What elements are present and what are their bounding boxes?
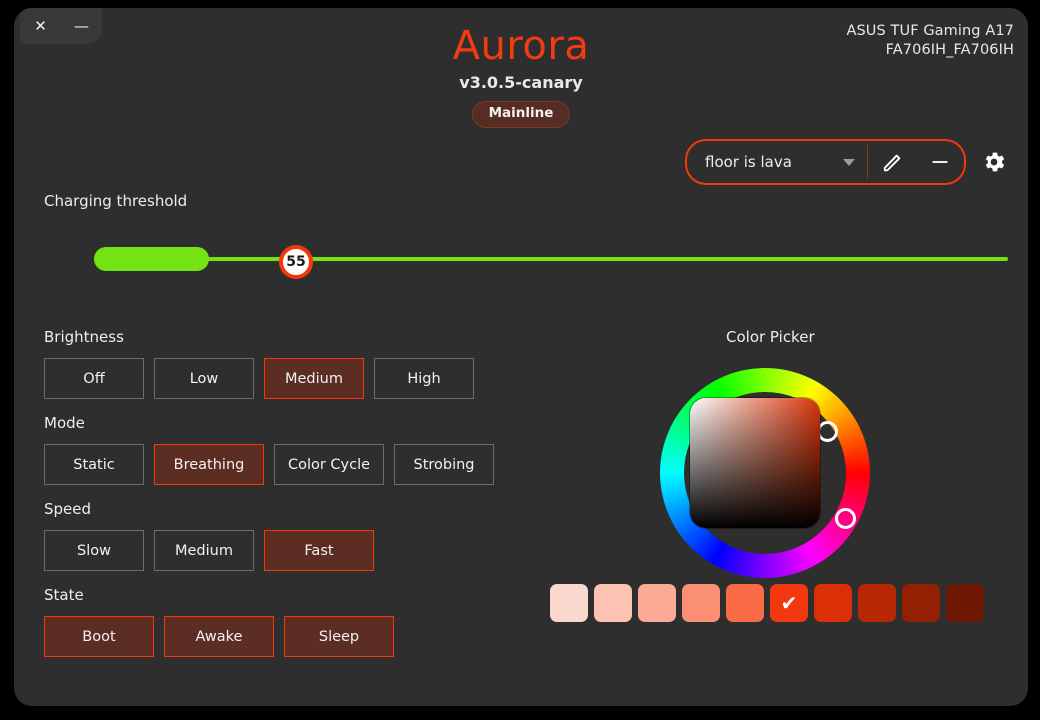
brightness-option-high[interactable]: High xyxy=(374,358,474,399)
app-version: v3.0.5-canary xyxy=(459,73,583,92)
mode-option-color-cycle[interactable]: Color Cycle xyxy=(274,444,384,485)
speed-group: Speed Slow Medium Fast xyxy=(44,502,514,571)
mode-group: Mode Static Breathing Color Cycle Strobi… xyxy=(44,416,514,485)
state-options: Boot Awake Sleep xyxy=(44,616,514,657)
brightness-option-off[interactable]: Off xyxy=(44,358,144,399)
charging-threshold-label: Charging threshold xyxy=(44,192,188,210)
color-swatch[interactable] xyxy=(594,584,632,622)
profile-row: floor is lava xyxy=(685,139,1010,185)
settings-button[interactable] xyxy=(978,146,1010,178)
window-controls: ✕ — xyxy=(20,8,102,44)
color-picker-label: Color Picker xyxy=(726,328,815,346)
color-swatch[interactable] xyxy=(550,584,588,622)
color-swatch[interactable] xyxy=(638,584,676,622)
device-info: ASUS TUF Gaming A17 FA706IH_FA706IH xyxy=(846,22,1014,59)
remove-profile-button[interactable] xyxy=(916,141,964,183)
pencil-icon xyxy=(883,154,901,172)
charging-threshold-section: Charging threshold 55 xyxy=(44,192,1008,279)
mode-option-breathing[interactable]: Breathing xyxy=(154,444,264,485)
brightness-options: Off Low Medium High xyxy=(44,358,514,399)
device-id: FA706IH_FA706IH xyxy=(885,41,1014,58)
color-swatch[interactable] xyxy=(726,584,764,622)
brightness-group: Brightness Off Low Medium High xyxy=(44,330,514,399)
speed-option-slow[interactable]: Slow xyxy=(44,530,144,571)
state-option-awake[interactable]: Awake xyxy=(164,616,274,657)
gear-icon xyxy=(985,152,1005,172)
slider-handle[interactable]: 55 xyxy=(279,245,313,279)
color-swatch[interactable] xyxy=(682,584,720,622)
chevron-down-icon xyxy=(843,158,855,166)
state-label: State xyxy=(44,586,84,604)
edit-profile-button[interactable] xyxy=(868,141,916,183)
minimize-icon[interactable]: — xyxy=(71,15,93,37)
brightness-option-low[interactable]: Low xyxy=(154,358,254,399)
profile-selected-value: floor is lava xyxy=(705,153,792,171)
mode-label: Mode xyxy=(44,414,85,432)
saturation-value-square[interactable] xyxy=(690,398,820,528)
minus-icon xyxy=(932,161,948,163)
speed-option-medium[interactable]: Medium xyxy=(154,530,254,571)
slider-track xyxy=(94,257,1008,261)
mode-option-strobing[interactable]: Strobing xyxy=(394,444,494,485)
brightness-label: Brightness xyxy=(44,328,124,346)
hue-marker[interactable] xyxy=(835,508,856,529)
slider-fill xyxy=(94,247,209,271)
profile-dropdown[interactable]: floor is lava xyxy=(687,141,867,183)
device-model: ASUS TUF Gaming A17 xyxy=(846,23,1014,39)
mode-options: Static Breathing Color Cycle Strobing xyxy=(44,444,514,485)
color-swatch-selected[interactable]: ✔ xyxy=(770,584,808,622)
color-swatch[interactable] xyxy=(946,584,984,622)
app-window: ✕ — ASUS TUF Gaming A17 FA706IH_FA706IH … xyxy=(14,8,1028,706)
color-swatch[interactable] xyxy=(814,584,852,622)
brightness-option-medium[interactable]: Medium xyxy=(264,358,364,399)
settings-panel: Brightness Off Low Medium High Mode Stat… xyxy=(44,330,514,674)
speed-option-fast[interactable]: Fast xyxy=(264,530,374,571)
saturation-marker[interactable] xyxy=(817,421,838,442)
charging-threshold-slider[interactable]: 55 xyxy=(44,239,1008,279)
state-option-boot[interactable]: Boot xyxy=(44,616,154,657)
slider-value: 55 xyxy=(286,254,306,270)
check-icon: ✔ xyxy=(780,591,798,615)
color-swatches: ✔ xyxy=(550,584,984,622)
state-group: State Boot Awake Sleep xyxy=(44,588,514,657)
mode-option-static[interactable]: Static xyxy=(44,444,144,485)
state-option-sleep[interactable]: Sleep xyxy=(284,616,394,657)
color-swatch[interactable] xyxy=(902,584,940,622)
speed-label: Speed xyxy=(44,500,92,518)
color-picker-panel: Color Picker ✔ xyxy=(550,328,1014,622)
close-icon[interactable]: ✕ xyxy=(30,15,52,37)
profile-selector: floor is lava xyxy=(685,139,966,185)
speed-options: Slow Medium Fast xyxy=(44,530,514,571)
branch-badge[interactable]: Mainline xyxy=(471,101,571,128)
color-swatch[interactable] xyxy=(858,584,896,622)
color-wheel[interactable] xyxy=(660,368,870,578)
